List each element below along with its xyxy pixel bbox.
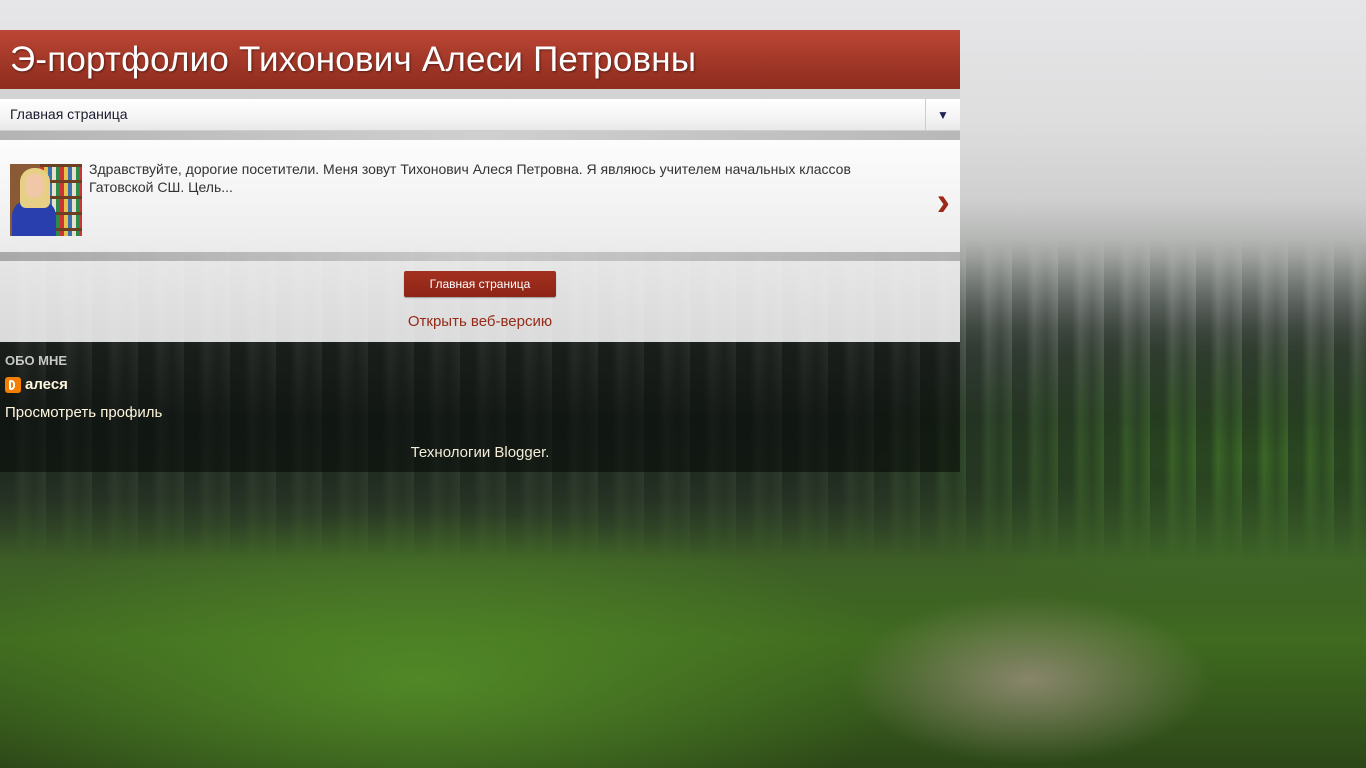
footer-links: Главная страница Открыть веб-версию: [0, 261, 960, 342]
post-snippet-text[interactable]: Здравствуйте, дорогие посетители. Меня з…: [89, 160, 889, 196]
blogger-icon: [5, 376, 21, 393]
thumbnail-person-face: [25, 174, 44, 198]
blog-page: Э-портфолио Тихонович Алеси Петровны Гла…: [0, 30, 960, 472]
about-me-section: ОБО МНЕ алеся Просмотреть профиль Технол…: [0, 342, 960, 472]
divider: [0, 252, 960, 261]
divider: [0, 89, 960, 99]
dropdown-arrow-icon[interactable]: ▼: [925, 99, 960, 130]
chevron-right-icon[interactable]: ›: [937, 182, 950, 222]
author-row: алеся: [5, 376, 68, 393]
page-select-dropdown[interactable]: Главная страница ▼: [0, 99, 960, 131]
powered-by-prefix: Технологии: [410, 444, 495, 461]
web-version-link[interactable]: Открыть веб-версию: [0, 313, 960, 330]
blog-header: Э-портфолио Тихонович Алеси Петровны: [0, 30, 960, 89]
home-page-button[interactable]: Главная страница: [404, 271, 556, 297]
author-name-link[interactable]: алеся: [25, 376, 68, 393]
powered-by: Технологии Blogger.: [0, 444, 960, 461]
blog-title[interactable]: Э-портфолио Тихонович Алеси Петровны: [10, 40, 696, 80]
divider: [0, 131, 960, 140]
view-profile-link[interactable]: Просмотреть профиль: [5, 404, 162, 421]
post-thumbnail[interactable]: [10, 164, 82, 236]
powered-by-suffix: .: [545, 444, 550, 461]
blogger-link[interactable]: Blogger: [494, 444, 545, 461]
page-select-value: Главная страница: [10, 106, 128, 122]
post-snippet[interactable]: Здравствуйте, дорогие посетители. Меня з…: [0, 140, 960, 252]
about-heading: ОБО МНЕ: [5, 353, 68, 368]
